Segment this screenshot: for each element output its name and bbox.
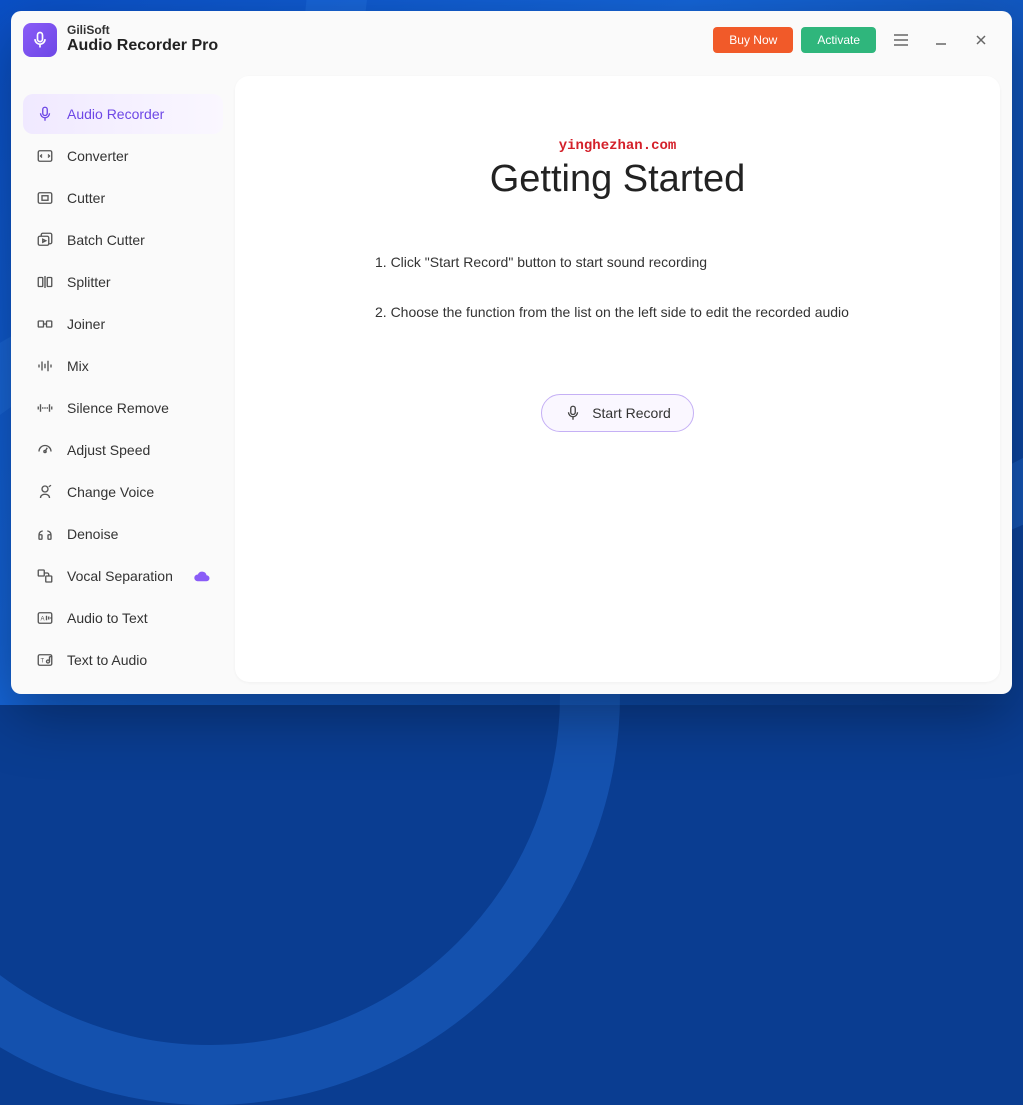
svg-text:A: A xyxy=(41,616,45,622)
instructions: 1. Click "Start Record" button to start … xyxy=(275,251,960,324)
sidebar-item-splitter[interactable]: Splitter xyxy=(23,262,223,302)
sidebar-item-label: Splitter xyxy=(67,274,111,290)
converter-icon xyxy=(35,146,55,166)
sidebar-item-mix[interactable]: Mix xyxy=(23,346,223,386)
sidebar-item-denoise[interactable]: Denoise xyxy=(23,514,223,554)
sidebar-item-converter[interactable]: Converter xyxy=(23,136,223,176)
app-logo xyxy=(23,23,57,57)
sidebar-item-label: Silence Remove xyxy=(67,400,169,416)
close-button[interactable] xyxy=(966,25,996,55)
activate-button[interactable]: Activate xyxy=(801,27,876,53)
menu-icon[interactable] xyxy=(886,25,916,55)
start-record-label: Start Record xyxy=(592,405,671,421)
sidebar-item-adjust-speed[interactable]: Adjust Speed xyxy=(23,430,223,470)
sidebar-item-vocal-separation[interactable]: Vocal Separation xyxy=(23,556,223,596)
vocal-icon xyxy=(35,566,55,586)
watermark: yinghezhan.com xyxy=(559,138,677,154)
sidebar-item-label: Audio to Text xyxy=(67,610,148,626)
mix-icon xyxy=(35,356,55,376)
batch-cutter-icon xyxy=(35,230,55,250)
svg-text:T: T xyxy=(41,658,45,664)
mic-icon xyxy=(564,404,582,422)
audio-to-text-icon: A xyxy=(35,608,55,628)
sidebar-item-audio-to-text[interactable]: A Audio to Text xyxy=(23,598,223,638)
sidebar-item-change-voice[interactable]: Change Voice xyxy=(23,472,223,512)
joiner-icon xyxy=(35,314,55,334)
brand: GiliSoft Audio Recorder Pro xyxy=(67,24,218,55)
instruction-step-2: 2. Choose the function from the list on … xyxy=(275,301,960,323)
cloud-icon xyxy=(193,569,211,583)
sidebar-item-label: Batch Cutter xyxy=(67,232,145,248)
sidebar-item-batch-cutter[interactable]: Batch Cutter xyxy=(23,220,223,260)
sidebar-item-label: Joiner xyxy=(67,316,105,332)
sidebar-item-label: Converter xyxy=(67,148,128,164)
brand-top: GiliSoft xyxy=(67,24,218,37)
sidebar-item-label: Cutter xyxy=(67,190,105,206)
sidebar-item-cutter[interactable]: Cutter xyxy=(23,178,223,218)
main-panel: yinghezhan.com Getting Started 1. Click … xyxy=(235,76,1000,682)
mic-icon xyxy=(35,104,55,124)
brand-bottom: Audio Recorder Pro xyxy=(67,37,218,55)
buy-now-button[interactable]: Buy Now xyxy=(713,27,793,53)
denoise-icon xyxy=(35,524,55,544)
silence-icon xyxy=(35,398,55,418)
sidebar: Audio Recorder Converter Cutter Batch Cu… xyxy=(23,76,223,682)
start-record-button[interactable]: Start Record xyxy=(541,394,694,432)
text-to-audio-icon: T xyxy=(35,650,55,670)
sidebar-item-label: Adjust Speed xyxy=(67,442,150,458)
sidebar-item-audio-recorder[interactable]: Audio Recorder xyxy=(23,94,223,134)
sidebar-item-label: Mix xyxy=(67,358,89,374)
cutter-icon xyxy=(35,188,55,208)
sidebar-item-label: Text to Audio xyxy=(67,652,147,668)
splitter-icon xyxy=(35,272,55,292)
sidebar-item-joiner[interactable]: Joiner xyxy=(23,304,223,344)
sidebar-item-silence-remove[interactable]: Silence Remove xyxy=(23,388,223,428)
sidebar-item-label: Change Voice xyxy=(67,484,154,500)
sidebar-item-label: Denoise xyxy=(67,526,118,542)
minimize-button[interactable] xyxy=(926,25,956,55)
instruction-step-1: 1. Click "Start Record" button to start … xyxy=(275,251,960,273)
page-title: Getting Started xyxy=(275,158,960,201)
app-window: GiliSoft Audio Recorder Pro Buy Now Acti… xyxy=(11,11,1012,694)
titlebar: GiliSoft Audio Recorder Pro Buy Now Acti… xyxy=(11,11,1012,68)
sidebar-item-label: Audio Recorder xyxy=(67,106,164,122)
sidebar-item-text-to-audio[interactable]: T Text to Audio xyxy=(23,640,223,680)
voice-icon xyxy=(35,482,55,502)
speed-icon xyxy=(35,440,55,460)
sidebar-item-label: Vocal Separation xyxy=(67,568,173,584)
